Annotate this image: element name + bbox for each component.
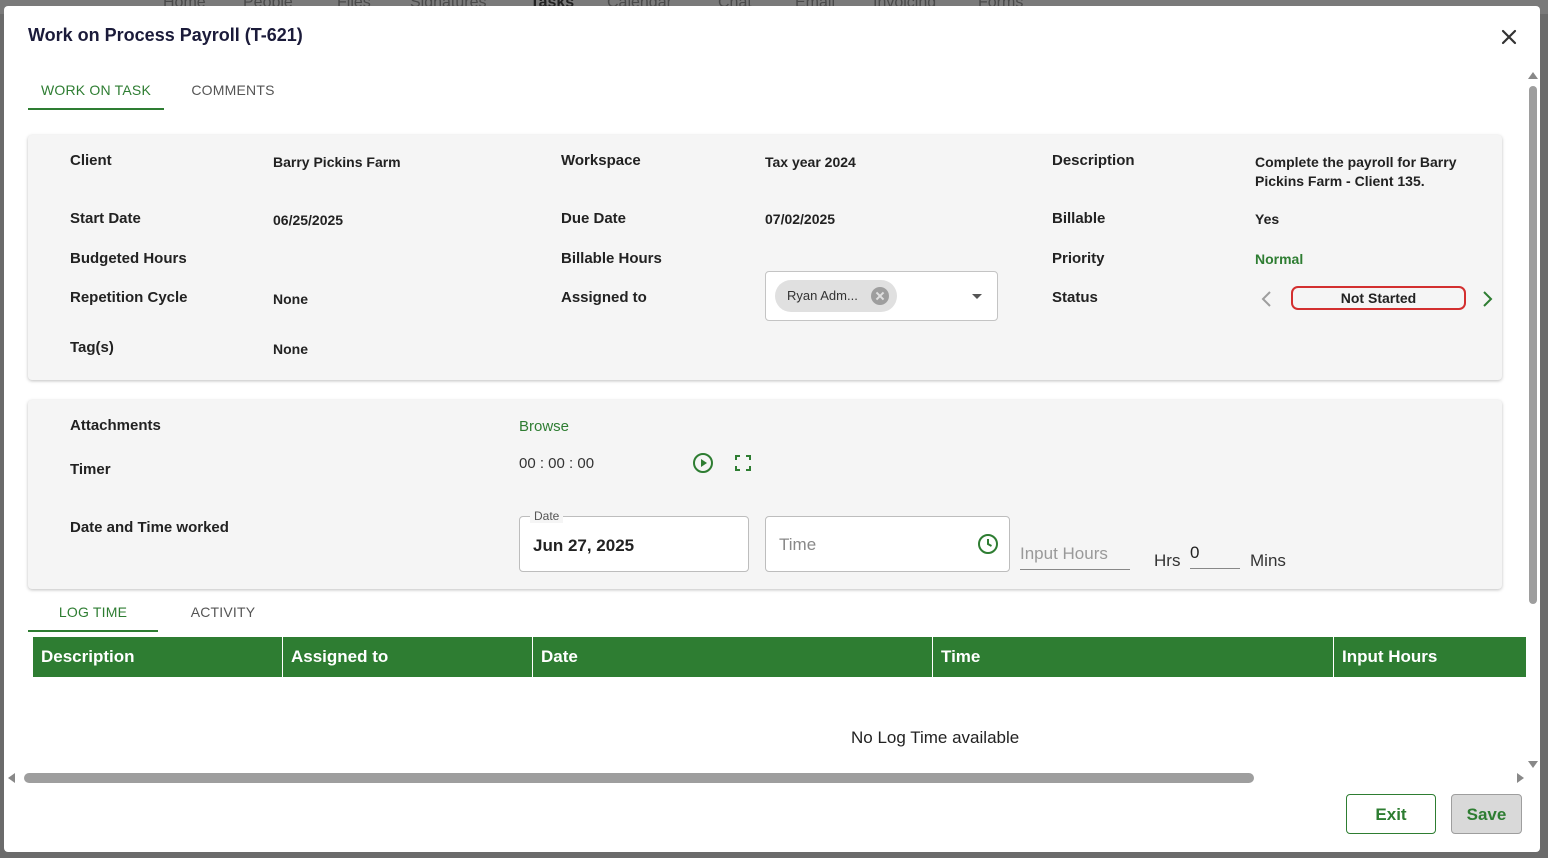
tab-log-time[interactable]: LOG TIME: [28, 598, 158, 632]
description-label: Description: [1052, 152, 1135, 169]
timer-label: Timer: [70, 461, 111, 478]
mins-field[interactable]: 0: [1190, 543, 1240, 569]
assigned-to-label: Assigned to: [561, 289, 647, 306]
tab-comments[interactable]: COMMENTS: [178, 76, 288, 110]
clock-icon[interactable]: [976, 532, 1000, 561]
time-field-placeholder: Time: [779, 535, 817, 554]
input-hours-field[interactable]: Input Hours: [1020, 544, 1130, 570]
status-next-icon[interactable]: [1480, 290, 1494, 313]
hrs-unit: Hrs: [1154, 551, 1181, 570]
close-icon[interactable]: [1498, 26, 1520, 48]
horizontal-scrollbar[interactable]: [8, 772, 1528, 784]
due-date-value: 07/02/2025: [765, 211, 836, 227]
column-input-hours[interactable]: Input Hours: [1334, 637, 1526, 677]
fullscreen-icon[interactable]: [734, 454, 752, 477]
workspace-value: Tax year 2024: [765, 154, 856, 170]
budgeted-hours-label: Budgeted Hours: [70, 250, 187, 267]
remove-assignee-icon[interactable]: [871, 287, 889, 305]
mins-unit: Mins: [1250, 551, 1286, 570]
dialog-title: Work on Process Payroll (T-621): [28, 25, 303, 45]
horizontal-scroll-thumb[interactable]: [24, 773, 1254, 783]
tab-activity[interactable]: ACTIVITY: [173, 598, 273, 632]
assignee-chip: Ryan Adm...: [775, 280, 897, 312]
billable-label: Billable: [1052, 210, 1106, 227]
workspace-label: Workspace: [561, 152, 641, 169]
work-on-task-dialog: Work on Process Payroll (T-621) WORK ON …: [4, 6, 1540, 852]
billable-value: Yes: [1255, 211, 1280, 227]
log-time-table-header: Description Assigned to Date Time Input …: [33, 637, 1526, 677]
scroll-right-icon[interactable]: [1516, 773, 1524, 783]
status-label: Status: [1052, 289, 1098, 306]
date-field[interactable]: Date Jun 27, 2025: [519, 509, 749, 572]
priority-label: Priority: [1052, 250, 1105, 267]
column-date[interactable]: Date: [533, 637, 933, 677]
scroll-down-icon[interactable]: [1528, 760, 1538, 768]
play-timer-icon[interactable]: [692, 452, 714, 479]
browse-link[interactable]: Browse: [519, 418, 569, 435]
timer-value: 00 : 00 : 00: [519, 455, 595, 472]
date-field-value: Jun 27, 2025: [533, 536, 635, 555]
time-field[interactable]: Time: [765, 516, 1010, 572]
client-label: Client: [70, 152, 112, 169]
attachments-label: Attachments: [70, 417, 161, 434]
column-assigned-to[interactable]: Assigned to: [283, 637, 533, 677]
save-button[interactable]: Save: [1451, 794, 1522, 834]
assignee-chip-label: Ryan Adm...: [787, 288, 858, 303]
repetition-cycle-value: None: [273, 291, 308, 307]
client-value: Barry Pickins Farm: [273, 154, 401, 170]
empty-log-message: No Log Time available: [851, 728, 1020, 747]
exit-button[interactable]: Exit: [1346, 794, 1436, 834]
dropdown-arrow-icon[interactable]: [972, 294, 982, 299]
priority-value: Normal: [1255, 251, 1304, 267]
date-field-legend: Date: [530, 509, 564, 523]
column-description[interactable]: Description: [33, 637, 283, 677]
scroll-up-icon[interactable]: [1528, 72, 1538, 80]
assigned-to-select[interactable]: Ryan Adm...: [765, 271, 998, 321]
tags-value: None: [273, 341, 308, 357]
description-value-line2: Pickins Farm - Client 135.: [1255, 173, 1425, 189]
date-time-worked-label: Date and Time worked: [70, 519, 229, 536]
vertical-scroll-thumb[interactable]: [1529, 86, 1537, 604]
description-value-line1: Complete the payroll for Barry: [1255, 154, 1457, 170]
repetition-cycle-label: Repetition Cycle: [70, 289, 188, 306]
tags-label: Tag(s): [70, 339, 114, 356]
column-time[interactable]: Time: [933, 637, 1334, 677]
billable-hours-label: Billable Hours: [561, 250, 662, 267]
start-date-value: 06/25/2025: [273, 212, 344, 228]
status-badge: Not Started: [1291, 286, 1466, 310]
start-date-label: Start Date: [70, 210, 141, 227]
due-date-label: Due Date: [561, 210, 627, 227]
status-prev-icon[interactable]: [1260, 290, 1274, 313]
tab-work-on-task[interactable]: WORK ON TASK: [28, 76, 164, 110]
vertical-scrollbar[interactable]: [1528, 72, 1540, 772]
scroll-left-icon[interactable]: [8, 773, 16, 783]
